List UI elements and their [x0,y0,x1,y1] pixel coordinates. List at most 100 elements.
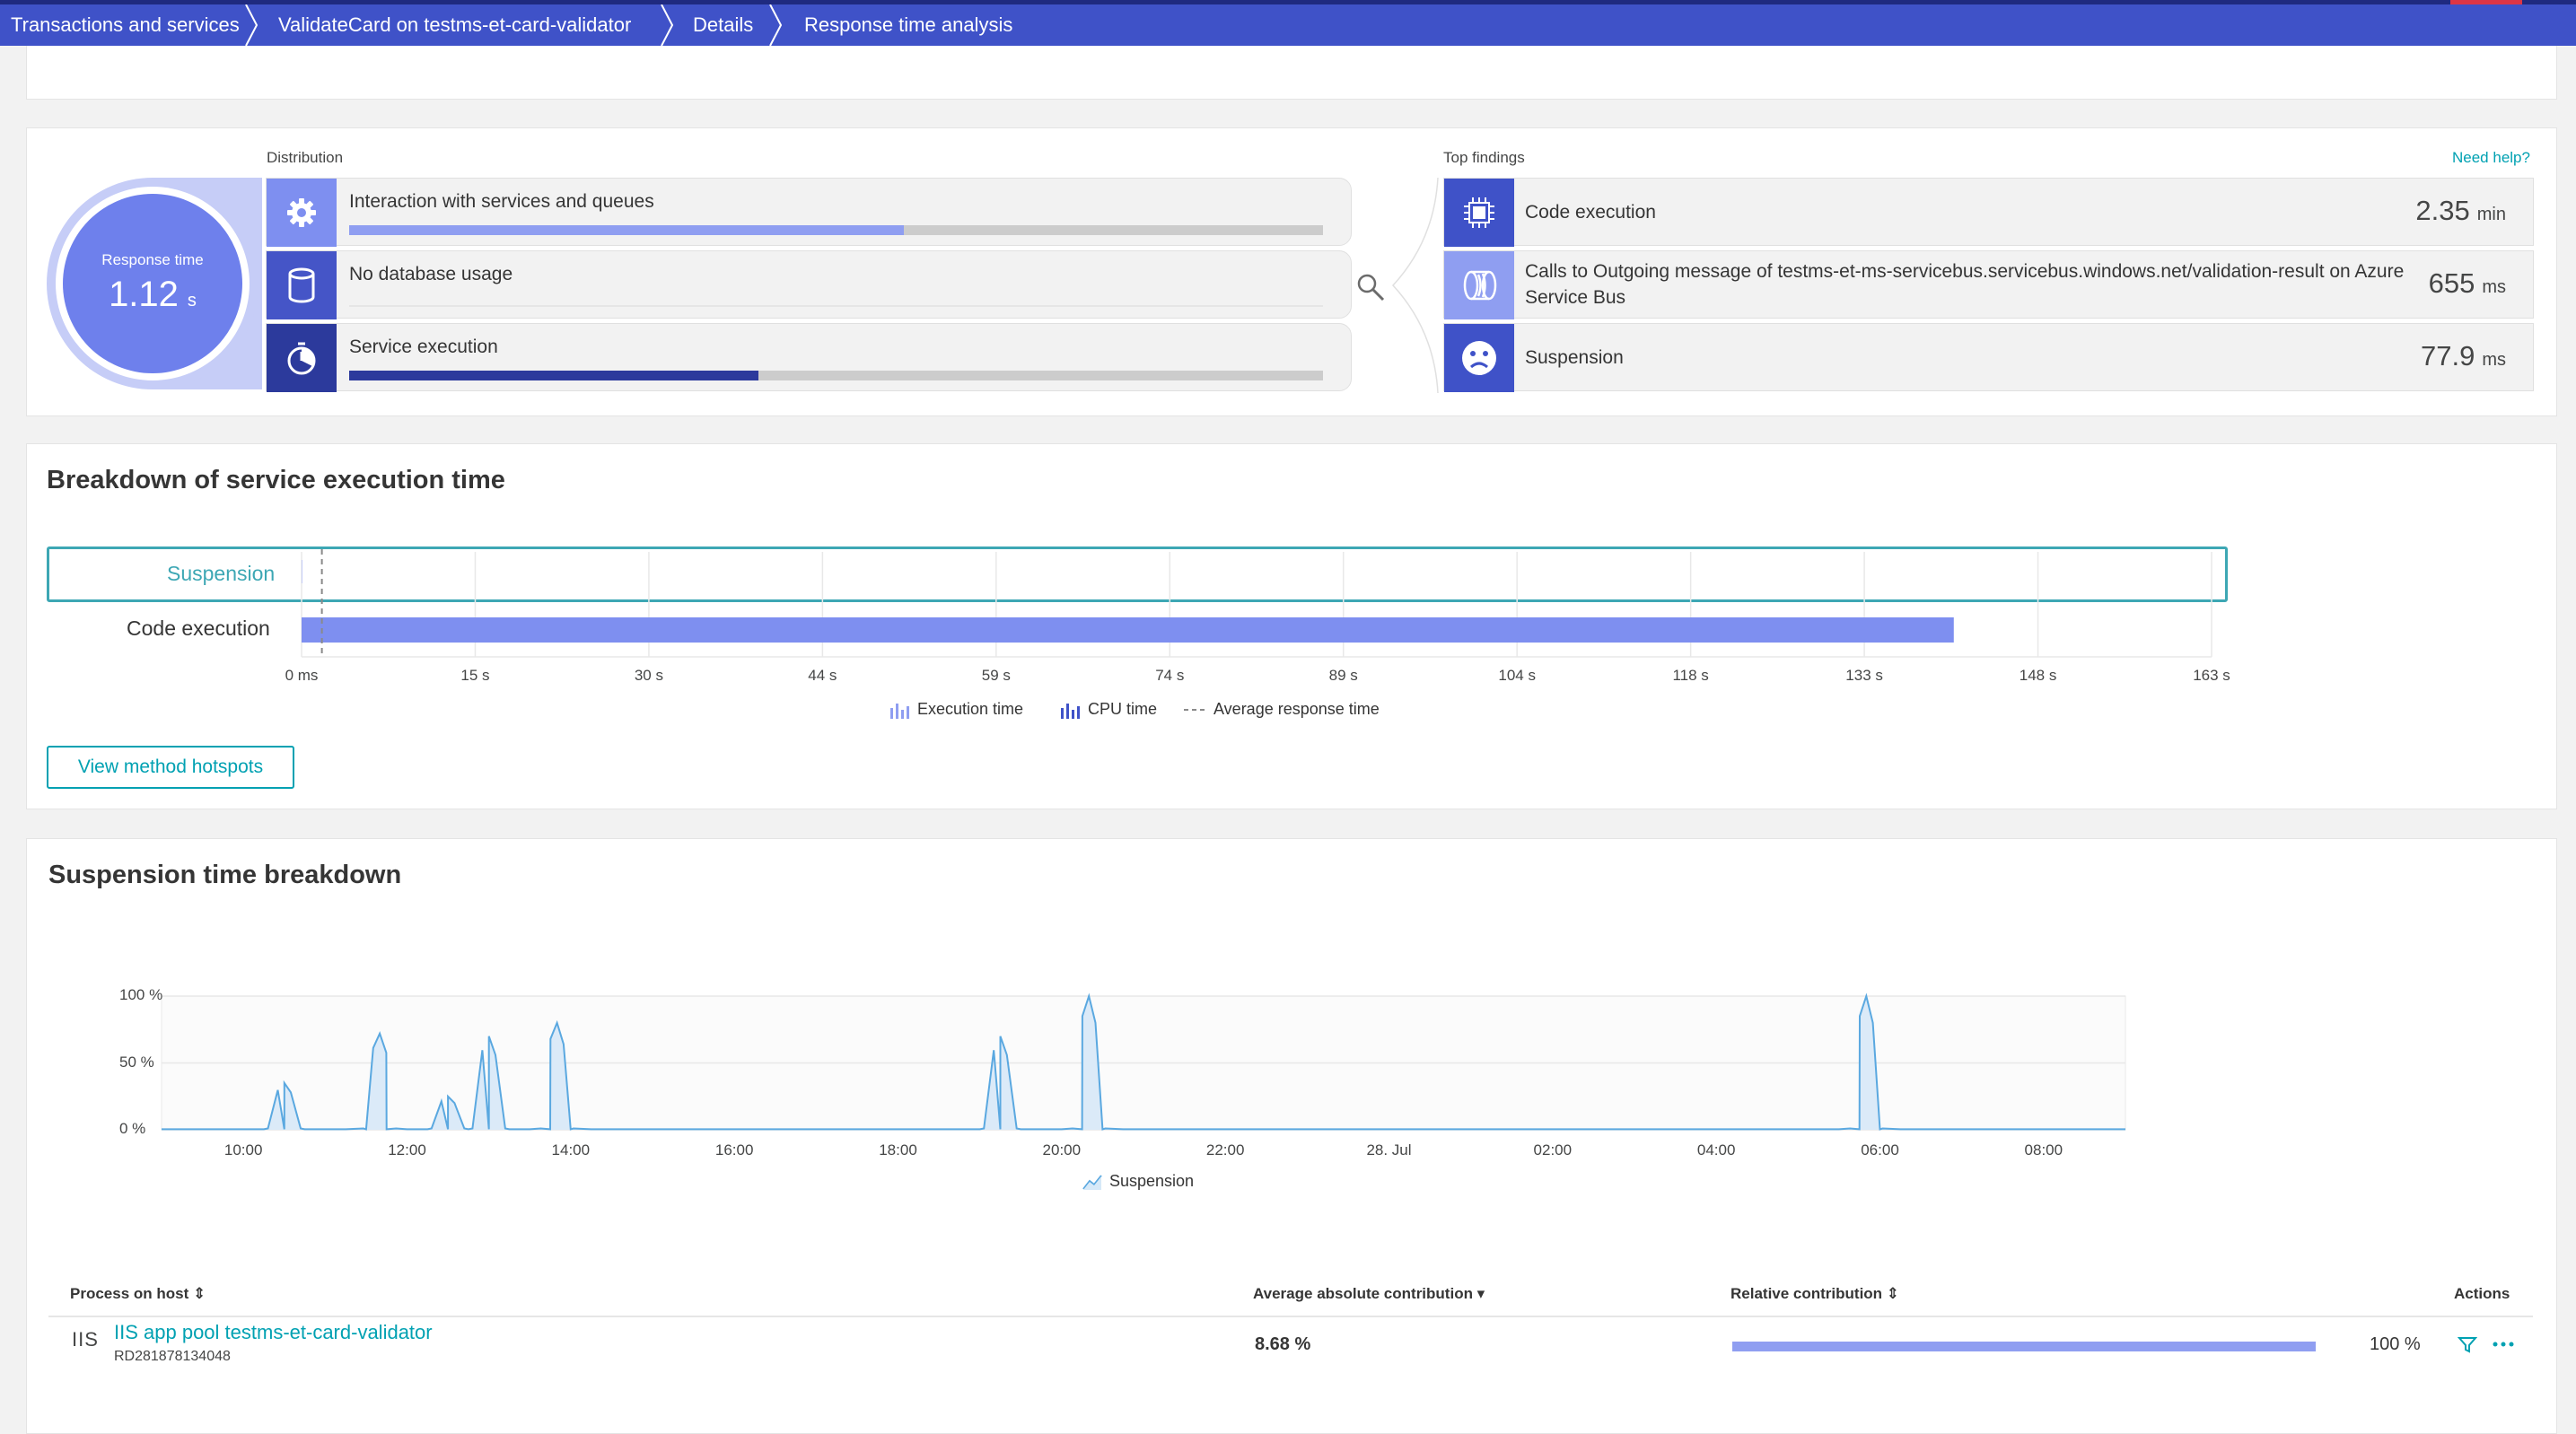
finding-label: Calls to Outgoing message of testms-et-m… [1525,261,2405,308]
host-name: RD281878134048 [114,1349,231,1364]
breadcrumb-transactions-and-services[interactable]: Transactions and services [11,4,240,46]
x-tick-label: 148 s [2019,667,2057,684]
x-tick-label: 118 s [1672,667,1709,684]
x-tick-label: 22:00 [1205,1141,1245,1159]
legend-label: CPU time [1088,700,1158,718]
database-icon [267,251,337,319]
breadcrumb-separator-icon [242,4,262,46]
execution-bar [302,617,1954,643]
x-tick-label: 104 s [1498,667,1536,684]
iis-icon: IIS [72,1328,99,1351]
top-findings-heading: Top findings [1443,149,1525,166]
x-tick-label: 16:00 [714,1141,754,1159]
legend-execution-time[interactable]: Execution time [889,700,1023,719]
column-header-process[interactable]: Process on host ⇕ [70,1285,206,1303]
distribution-bar [349,371,1323,380]
process-link[interactable]: IIS app pool testms-et-card-validator [114,1321,433,1344]
column-header-avg-contribution[interactable]: Average absolute contribution ▾ [1253,1285,1485,1303]
x-tick-label: 74 s [1155,667,1185,684]
cpu-icon [1444,179,1514,247]
suspension-title: Suspension time breakdown [48,861,402,889]
finding-value: 2.35 min [2415,195,2506,226]
distribution-bar-fill [349,371,758,380]
sad-face-icon [1444,324,1514,392]
bar-chart-icon [890,703,909,719]
search-icon[interactable] [1355,272,1386,302]
queue-icon [1444,251,1514,319]
breadcrumb-separator-icon [658,4,678,46]
distribution-heading: Distribution [267,149,344,166]
finding-service-bus-calls[interactable]: Calls to Outgoing message of testms-et-m… [1443,250,2534,319]
x-tick-label: 30 s [634,667,663,684]
response-time-label: Response time [101,251,204,268]
response-time-value: 1.12 s [109,275,197,314]
x-tick-label: 12:00 [388,1141,426,1159]
distribution-row-service-execution[interactable]: Service execution [266,323,1352,392]
x-tick-label: 15 s [460,667,490,684]
breadcrumb-response-time-analysis: Response time analysis [804,13,1013,36]
x-tick-label: 02:00 [1533,1141,1573,1159]
finding-value: 655 ms [2428,267,2506,299]
x-tick-label: 04:00 [1696,1141,1736,1159]
legend-label: Execution time [917,700,1024,718]
x-tick-label: 28. Jul [1366,1141,1412,1159]
x-tick-label: 89 s [1328,667,1358,684]
column-header-actions: Actions [2454,1285,2510,1302]
more-options-icon[interactable] [2492,1341,2515,1348]
distribution-label: Interaction with services and queues [349,191,654,212]
breadcrumb-separator-icon [767,4,786,46]
x-tick-label: 06:00 [1861,1141,1899,1159]
column-header-relative-contribution[interactable]: Relative contribution ⇕ [1730,1285,1899,1303]
legend-label: Suspension [1109,1172,1195,1190]
area-chart-icon [1082,1174,1102,1190]
legend-suspension[interactable]: Suspension [1082,1172,1194,1191]
need-help-link[interactable]: Need help? [2452,149,2530,167]
x-tick-label: 10:00 [223,1141,263,1159]
distribution-label: Service execution [349,337,498,357]
legend-label: Average response time [1214,700,1380,718]
x-tick-label: 59 s [981,667,1011,684]
x-tick-label: 163 s [2193,667,2230,684]
distribution-bar [349,225,1323,235]
finding-label: Suspension [1525,347,1624,368]
y-tick-label: 100 % [119,986,163,1003]
legend-average-response-time[interactable]: Average response time [1183,700,1380,719]
x-tick-label: 18:00 [879,1141,917,1159]
table-header-divider [48,1316,2533,1317]
breadcrumb-details[interactable]: Details [693,4,753,46]
finding-suspension[interactable]: Suspension 77.9 ms [1443,323,2534,392]
y-tick-label: 0 % [119,1120,146,1137]
x-tick-label: 0 ms [285,667,319,684]
gear-icon [267,179,337,247]
x-tick-label: 20:00 [1042,1141,1082,1159]
x-tick-label: 133 s [1845,667,1883,684]
distribution-label: No database usage [349,264,513,284]
x-tick-label: 14:00 [551,1141,591,1159]
y-tick-label: 50 % [119,1053,154,1071]
distribution-bar-fill [349,225,905,235]
response-time-circle[interactable]: Response time 1.12 s [63,194,242,373]
relative-contribution-fill [1732,1342,2316,1351]
relative-contribution-value: 100 % [2370,1334,2421,1354]
dashed-line-icon [1184,708,1205,711]
relative-contribution-bar [1732,1342,2316,1351]
avg-contribution-value: 8.68 % [1255,1334,1311,1354]
header-panel [26,46,2557,100]
view-method-hotspots-button[interactable]: View method hotspots [47,746,294,789]
finding-code-execution[interactable]: Code execution 2.35 min [1443,178,2534,247]
breakdown-chart [301,549,2212,658]
finding-label: Code execution [1525,202,1656,223]
breakdown-title: Breakdown of service execution time [47,466,505,494]
x-tick-label: 44 s [808,667,837,684]
stopwatch-icon [267,324,337,392]
legend-cpu-time[interactable]: CPU time [1059,700,1157,719]
filter-icon[interactable] [2458,1335,2477,1353]
distribution-row-services[interactable]: Interaction with services and queues [266,178,1352,247]
top-accent [2450,0,2522,4]
distribution-row-database[interactable]: No database usage [266,250,1352,319]
distribution-bar [349,305,1323,307]
breadcrumb-validatecard[interactable]: ValidateCard on testms-et-card-validator [278,4,631,46]
bar-chart-icon [1061,703,1080,719]
finding-value: 77.9 ms [2420,340,2506,372]
x-tick-label: 08:00 [2024,1141,2063,1159]
